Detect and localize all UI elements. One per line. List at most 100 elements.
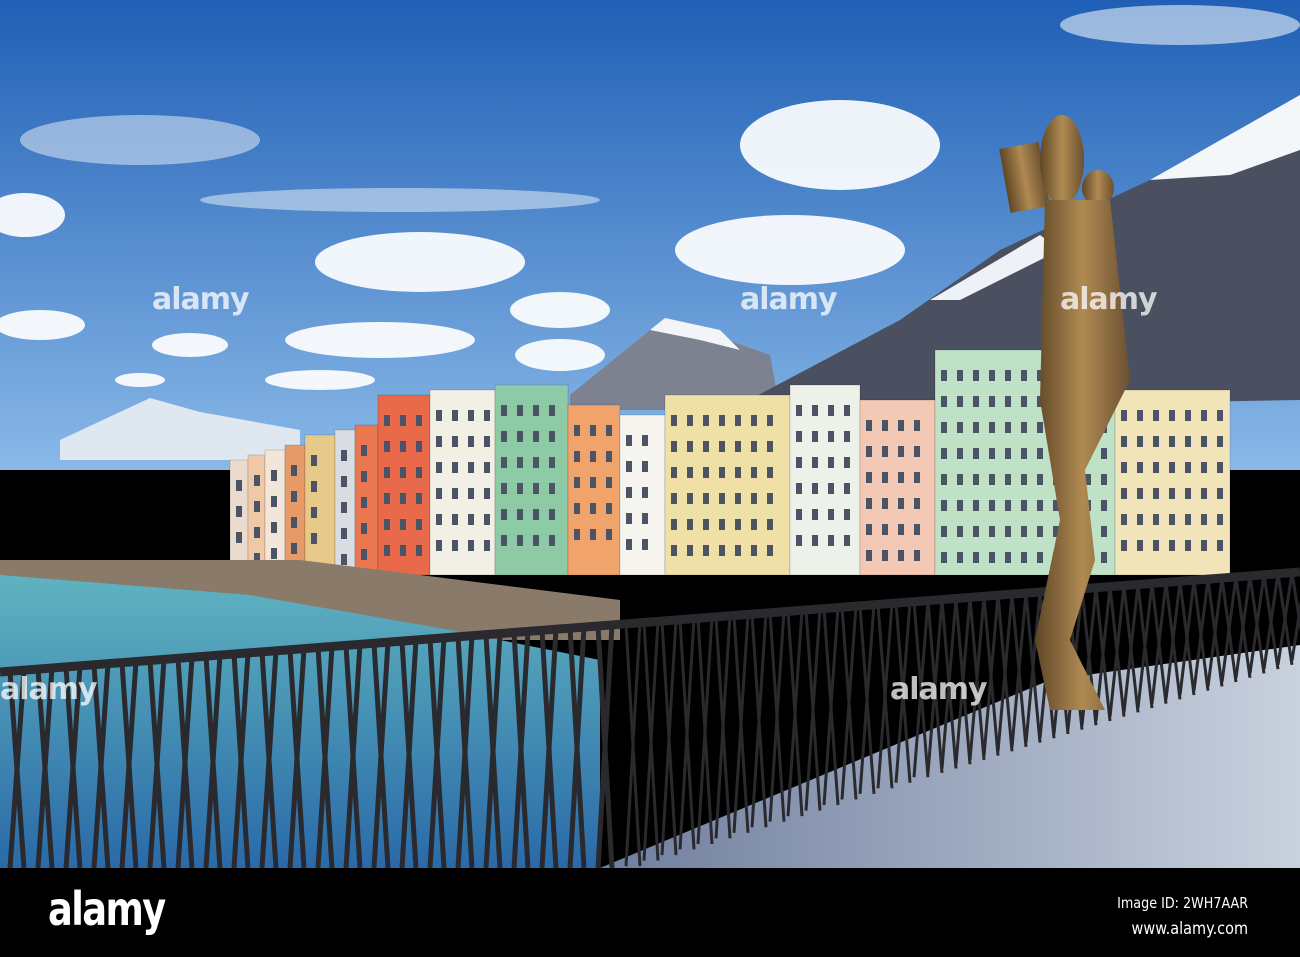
window [501,431,507,442]
window [1005,474,1011,485]
watermark-text: alamy [152,282,250,317]
window [1005,370,1011,381]
window [400,415,406,426]
window [400,493,406,504]
window [642,487,648,498]
window [882,524,888,535]
window [271,548,277,559]
window [882,446,888,457]
window [361,497,367,508]
window [606,529,612,540]
window [590,425,596,436]
window [1021,448,1027,459]
window [626,539,632,550]
window [291,543,297,554]
window [606,477,612,488]
window [626,513,632,524]
window [517,431,523,442]
window [1101,448,1107,459]
window [898,524,904,535]
window [957,448,963,459]
window [671,467,677,478]
window [882,472,888,483]
window [898,472,904,483]
window [642,513,648,524]
window [590,451,596,462]
window [1137,514,1143,525]
site-url: www.alamy.com [1131,919,1248,939]
window [957,500,963,511]
window [1217,410,1223,421]
window [384,493,390,504]
window [989,396,995,407]
window [468,436,474,447]
window [517,535,523,546]
window [384,545,390,556]
window [1153,462,1159,473]
window [812,483,818,494]
window [1185,436,1191,447]
window [973,370,979,381]
window [796,535,802,546]
window [687,545,693,556]
window [796,457,802,468]
window [941,552,947,563]
window [236,506,242,517]
window [1021,500,1027,511]
window [1217,540,1223,551]
photo: alamy alamy alamy alamy alamy alamy Imag… [0,0,1300,957]
window [254,527,260,538]
window [687,519,693,530]
window [311,507,317,518]
window [941,370,947,381]
window [941,474,947,485]
window [626,487,632,498]
window [549,483,555,494]
window [719,467,725,478]
window [844,509,850,520]
window [687,493,693,504]
window [1037,422,1043,433]
watermark-text: alamy [890,672,988,707]
window [989,500,995,511]
window [1037,500,1043,511]
window [812,405,818,416]
window [1005,500,1011,511]
window [735,467,741,478]
window [642,539,648,550]
window [517,405,523,416]
window [436,540,442,551]
building [304,434,336,576]
window [866,524,872,535]
window [941,500,947,511]
window [828,457,834,468]
window [468,488,474,499]
window [914,446,920,457]
window [735,545,741,556]
window [384,415,390,426]
window [400,545,406,556]
window [973,552,979,563]
window [703,415,709,426]
window [1201,488,1207,499]
window [703,545,709,556]
window [751,467,757,478]
window [844,405,850,416]
window [1121,462,1127,473]
window [436,410,442,421]
window [1185,514,1191,525]
window [361,549,367,560]
window [236,532,242,543]
window [989,474,995,485]
window [866,550,872,561]
window [606,503,612,514]
window [1185,462,1191,473]
window [973,500,979,511]
window [914,420,920,431]
window [1005,448,1011,459]
window [236,480,242,491]
window [1021,370,1027,381]
window [468,462,474,473]
window [941,526,947,537]
window [1121,540,1127,551]
